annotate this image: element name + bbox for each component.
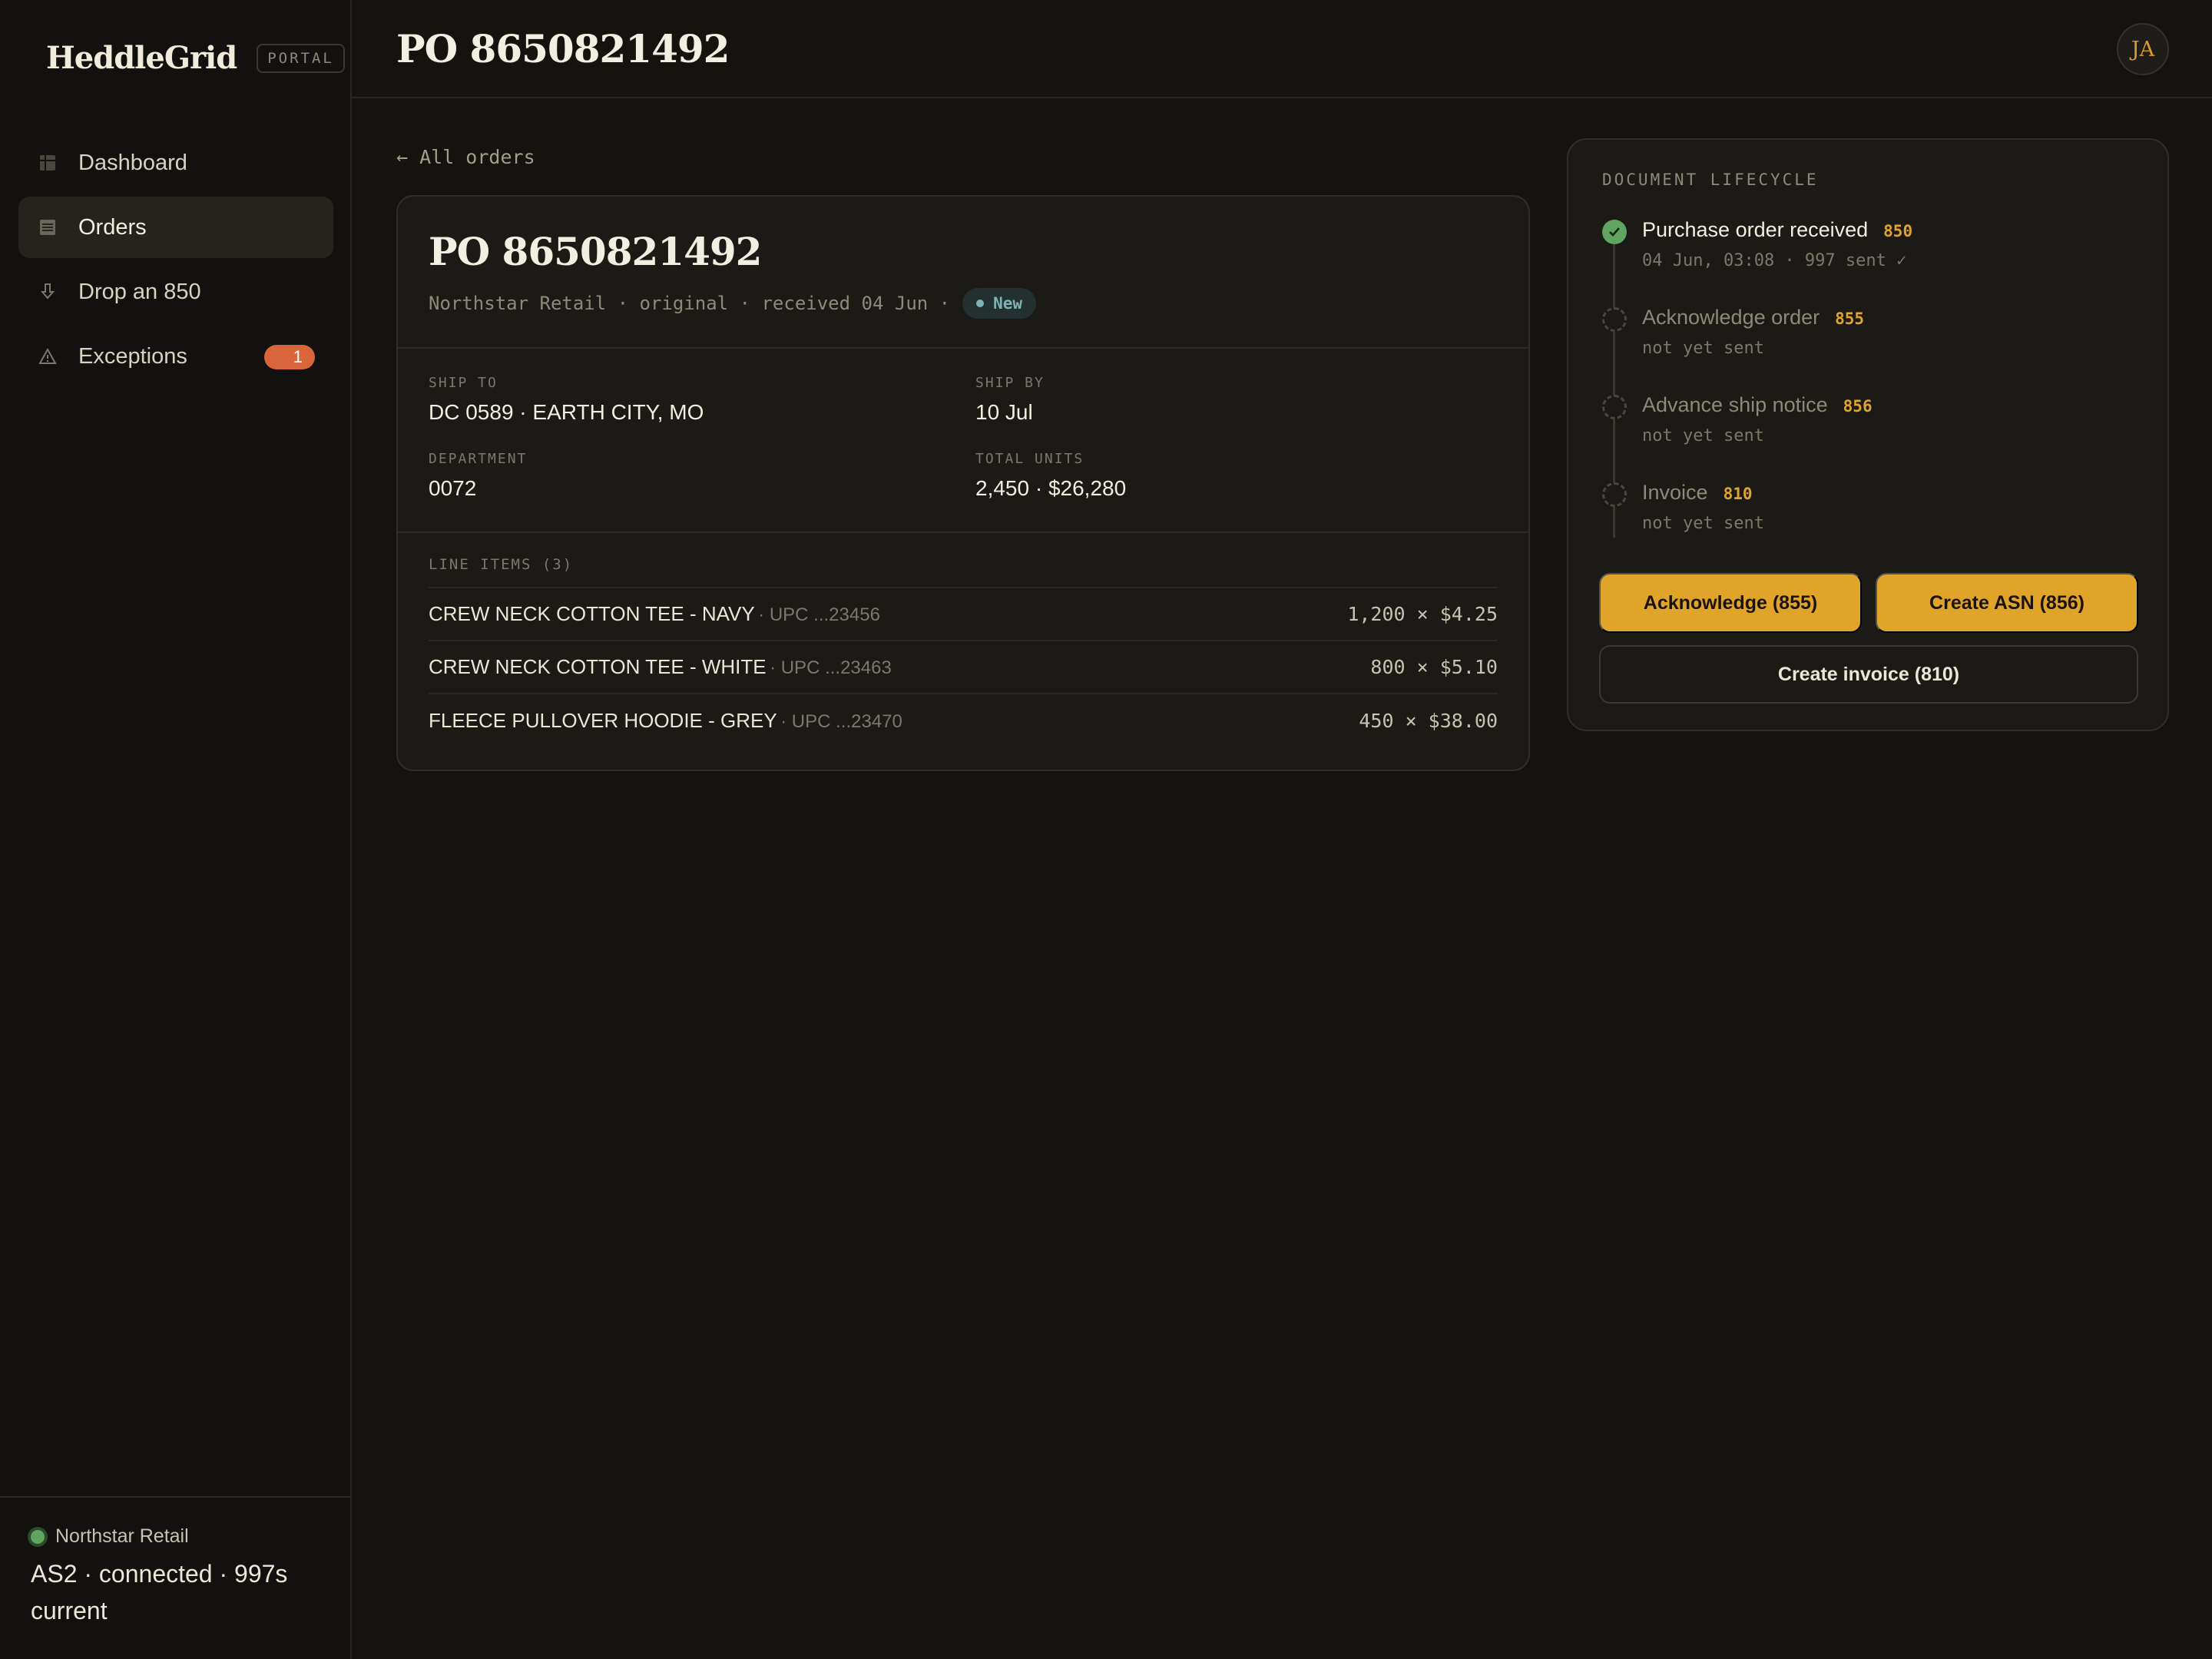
step-code: 810: [1723, 485, 1753, 503]
lifecycle-step-855: Acknowledge order 855 not yet sent: [1602, 306, 2140, 396]
connection-status: Northstar Retail AS2 · connected · 997s …: [0, 1496, 350, 1659]
department-label: DEPARTMENT: [429, 451, 528, 467]
sidebar-item-label: Drop an 850: [78, 279, 201, 304]
line-item-name: FLEECE PULLOVER HOODIE - GREY: [429, 709, 777, 732]
avatar[interactable]: JA: [2117, 23, 2169, 75]
warning-icon: [38, 347, 57, 366]
status-dot: [976, 300, 985, 307]
order-meta: Northstar Retail · original · received 0…: [429, 288, 1498, 319]
step-title: Advance ship notice: [1642, 393, 1828, 416]
partner-name: Northstar Retail: [55, 1525, 189, 1547]
acknowledge-button[interactable]: Acknowledge (855): [1599, 573, 1862, 633]
ship-to-value: DC 0589 · EARTH CITY, MO: [429, 400, 704, 424]
exceptions-count-badge: 1: [263, 345, 315, 369]
line-item-qty: 800 × $5.10: [1370, 656, 1498, 678]
line-item-name: CREW NECK COTTON TEE - WHITE: [429, 655, 767, 678]
create-asn-button[interactable]: Create ASN (856): [1876, 573, 2138, 633]
step-status: not yet sent: [1642, 514, 1764, 533]
pending-circle-icon: [1602, 395, 1627, 419]
step-title: Invoice: [1642, 481, 1708, 504]
lifecycle-step-810: Invoice 810 not yet sent: [1602, 481, 2140, 568]
brand-tag: PORTAL: [257, 43, 345, 73]
orders-icon: [38, 218, 57, 237]
order-card: PO 8650821492 Northstar Retail · origina…: [396, 195, 1530, 771]
line-item-upc: · UPC ...23463: [770, 657, 892, 678]
all-orders-link[interactable]: ← All orders: [396, 146, 535, 168]
sidebar: HeddleGrid PORTAL Dashboard Orders Drop …: [0, 0, 352, 1659]
step-title: Purchase order received: [1642, 218, 1869, 241]
sidebar-item-exceptions[interactable]: Exceptions 1: [18, 326, 333, 387]
order-meta-text: Northstar Retail · original · received 0…: [429, 293, 951, 314]
table-row[interactable]: CREW NECK COTTON TEE - WHITE · UPC ...23…: [429, 641, 1498, 694]
pending-circle-icon: [1602, 482, 1627, 507]
create-invoice-button[interactable]: Create invoice (810): [1599, 645, 2138, 704]
pending-circle-icon: [1602, 307, 1627, 332]
step-connector: [1613, 419, 1615, 484]
document-lifecycle-panel: DOCUMENT LIFECYCLE Purchase order receiv…: [1567, 138, 2169, 731]
line-items: LINE ITEMS (3) CREW NECK COTTON TEE - NA…: [398, 533, 1528, 747]
check-icon: [1602, 220, 1627, 244]
step-status: 04 Jun, 03:08 · 997 sent ✓: [1642, 251, 1907, 270]
sidebar-item-label: Exceptions: [78, 343, 187, 369]
total-units-field: TOTAL UNITS 2,450 · $26,280: [975, 451, 1126, 501]
ship-to-label: SHIP TO: [429, 375, 498, 391]
sidebar-item-label: Dashboard: [78, 150, 187, 175]
step-code: 855: [1835, 310, 1865, 328]
sidebar-nav: Dashboard Orders Drop an 850 Exceptions …: [18, 132, 333, 390]
grid-icon: [38, 154, 57, 172]
table-row[interactable]: FLEECE PULLOVER HOODIE - GREY · UPC ...2…: [429, 694, 1498, 747]
step-code: 856: [1843, 397, 1873, 416]
download-icon: [38, 283, 57, 301]
status-badge: New: [962, 288, 1037, 319]
total-units-value: 2,450 · $26,280: [975, 476, 1127, 500]
ship-by-value: 10 Jul: [975, 400, 1033, 424]
ship-by-field: SHIP BY 10 Jul: [975, 375, 1045, 425]
sidebar-item-drop-850[interactable]: Drop an 850: [18, 261, 333, 323]
sidebar-item-orders[interactable]: Orders: [18, 197, 333, 258]
topbar: PO 8650821492 JA: [352, 0, 2212, 98]
department-value: 0072: [429, 476, 477, 500]
step-connector: [1613, 507, 1615, 538]
total-units-label: TOTAL UNITS: [975, 451, 1084, 467]
connected-status-dot: [31, 1529, 45, 1544]
line-item-qty: 1,200 × $4.25: [1347, 603, 1498, 625]
connection-status-text: AS2 · connected · 997s current: [31, 1560, 288, 1624]
line-items-label: LINE ITEMS (3): [429, 556, 1498, 588]
step-connector: [1613, 244, 1615, 309]
order-title: PO 8650821492: [429, 229, 762, 274]
step-status: not yet sent: [1642, 339, 1764, 358]
step-code: 850: [1883, 222, 1913, 240]
line-item-upc: · UPC ...23456: [758, 604, 880, 625]
line-item-name: CREW NECK COTTON TEE - NAVY: [429, 602, 755, 625]
lifecycle-step-850: Purchase order received 850 04 Jun, 03:0…: [1602, 218, 2140, 309]
page-title: PO 8650821492: [396, 26, 730, 71]
panel-title: DOCUMENT LIFECYCLE: [1602, 171, 1819, 189]
line-item-qty: 450 × $38.00: [1359, 710, 1498, 732]
step-status: not yet sent: [1642, 426, 1764, 445]
step-connector: [1613, 332, 1615, 396]
step-title: Acknowledge order: [1642, 306, 1820, 329]
brand[interactable]: HeddleGrid PORTAL: [46, 40, 345, 76]
line-item-upc: · UPC ...23470: [780, 711, 902, 732]
status-label: New: [993, 294, 1023, 313]
ship-to-field: SHIP TO DC 0589 · EARTH CITY, MO: [429, 375, 704, 425]
order-header: PO 8650821492 Northstar Retail · origina…: [398, 197, 1528, 349]
lifecycle-steps: Purchase order received 850 04 Jun, 03:0…: [1602, 218, 2140, 568]
order-details: SHIP TO DC 0589 · EARTH CITY, MO SHIP BY…: [398, 349, 1528, 533]
department-field: DEPARTMENT 0072: [429, 451, 527, 501]
lifecycle-step-856: Advance ship notice 856 not yet sent: [1602, 393, 2140, 484]
table-row[interactable]: CREW NECK COTTON TEE - NAVY · UPC ...234…: [429, 588, 1498, 641]
sidebar-item-dashboard[interactable]: Dashboard: [18, 132, 333, 194]
sidebar-item-label: Orders: [78, 214, 147, 240]
brand-name: HeddleGrid: [46, 40, 237, 76]
ship-by-label: SHIP BY: [975, 375, 1045, 391]
